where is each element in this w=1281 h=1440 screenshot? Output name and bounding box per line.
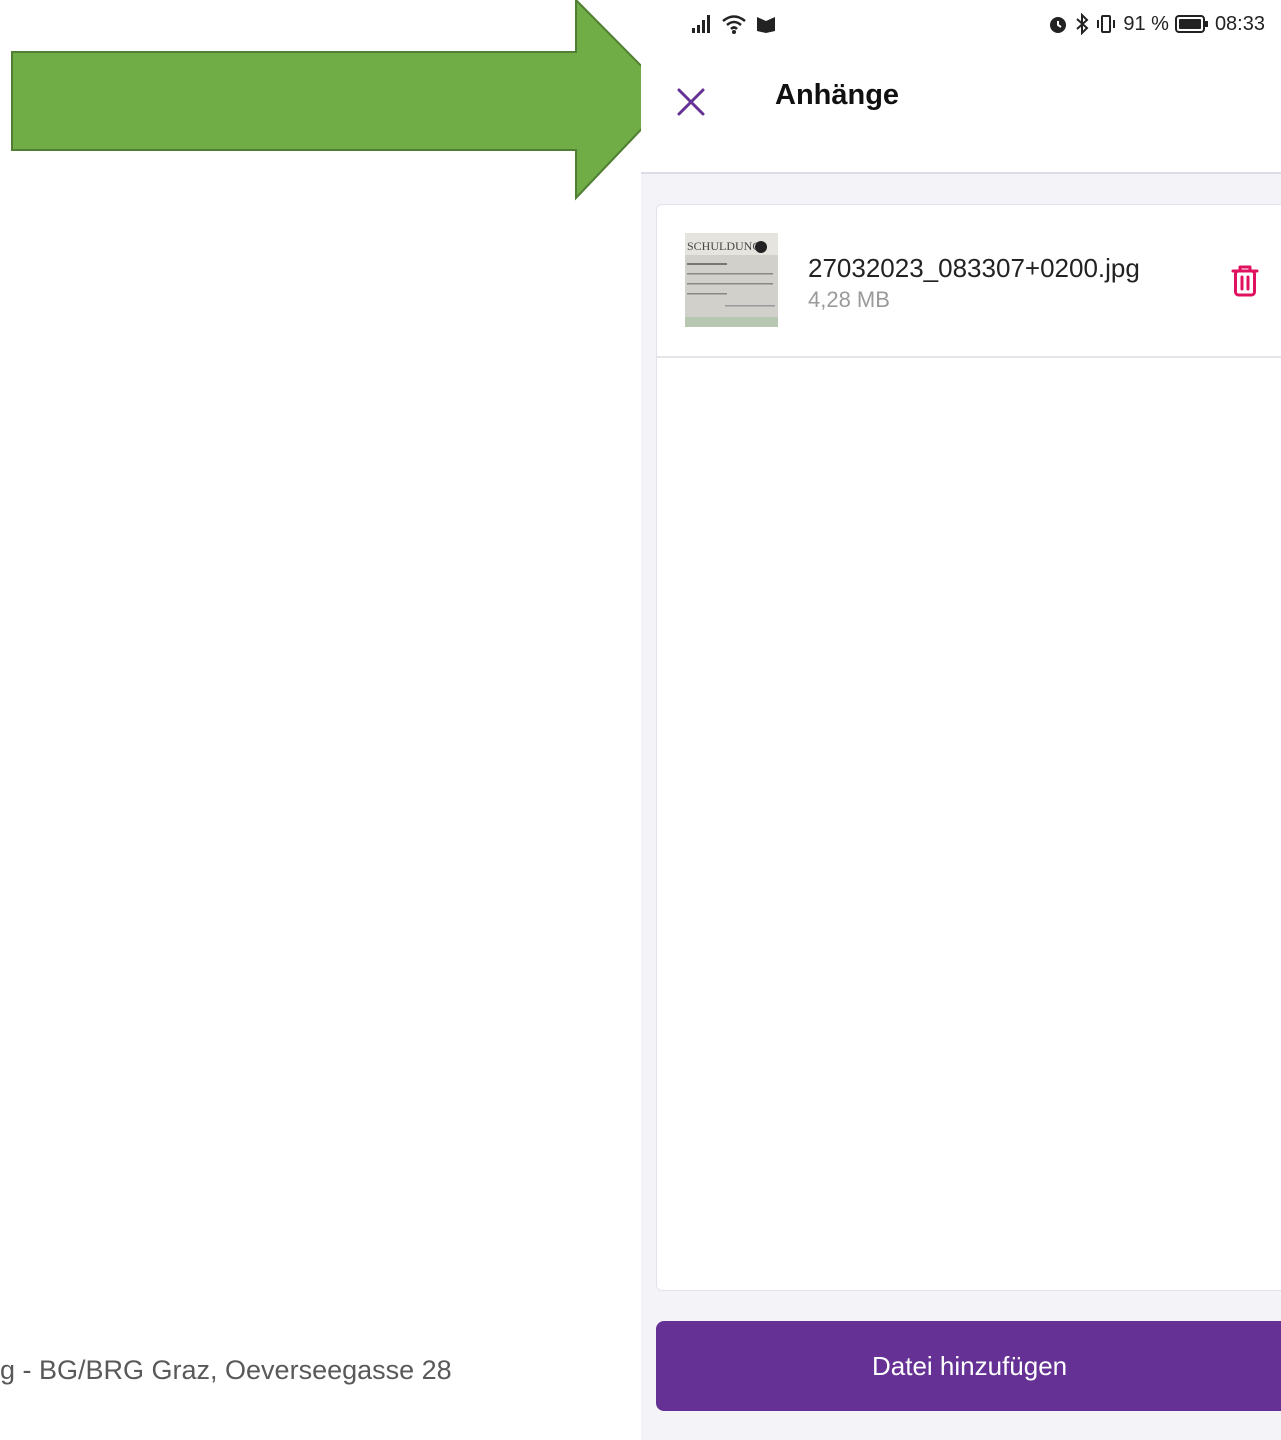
footer-text: g - BG/BRG Graz, Oeverseegasse 28 (0, 1355, 452, 1385)
battery-icon (1174, 15, 1208, 33)
annotation-arrow (11, 0, 674, 201)
attachment-item[interactable]: SCHULDUNG 27032023_083307+0200.jpg 4,28 … (657, 205, 1281, 358)
attachment-thumbnail: SCHULDUNG (685, 233, 778, 327)
trash-icon (1231, 265, 1259, 297)
vibrate-icon (1097, 15, 1116, 33)
app-bar: Anhänge (641, 48, 1281, 174)
signal-icon (692, 15, 710, 33)
phone-screen: 91 % 08:33 Anhänge SCHULDUNG 27032023_08… (641, 0, 1281, 1440)
attachment-name: 27032023_083307+0200.jpg (808, 253, 1140, 283)
battery-percent: 91 % (1123, 12, 1169, 35)
status-bar: 91 % 08:33 (641, 0, 1281, 48)
alarm-icon (1050, 17, 1067, 33)
status-time: 08:33 (1214, 12, 1265, 35)
close-icon (677, 88, 705, 116)
wifi-icon (722, 15, 746, 34)
close-button[interactable] (667, 78, 715, 126)
status-left (691, 10, 777, 38)
page-title: Anhänge (775, 79, 900, 111)
attachment-size: 4,28 MB (808, 287, 890, 312)
bluetooth-icon (1076, 13, 1089, 35)
delete-attachment-button[interactable] (1225, 261, 1265, 301)
attachments-list: SCHULDUNG 27032023_083307+0200.jpg 4,28 … (656, 204, 1281, 1291)
notification-icon (757, 17, 775, 33)
status-right: 91 % 08:33 (1047, 10, 1265, 38)
thumbnail-text: SCHULDUNG (687, 239, 761, 253)
add-file-button[interactable]: Datei hinzufügen (656, 1321, 1281, 1411)
